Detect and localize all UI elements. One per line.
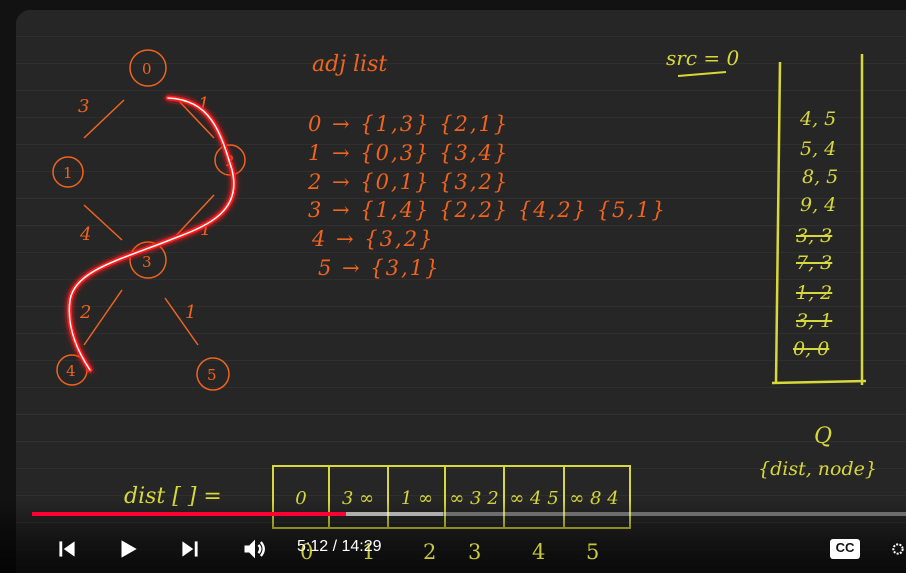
skip-previous-icon [59,541,75,557]
settings-button[interactable] [890,534,906,564]
volume-button[interactable] [240,534,270,564]
pq-item: 8, 5 [802,166,839,188]
edge-weight-label: 2 [79,302,91,323]
graph-edge [83,99,125,139]
played-bar [32,512,346,516]
src-underline [677,71,727,77]
pq-item: 9, 4 [800,194,837,216]
pq-item-removed: 0, 0 [793,338,830,360]
adj-list-line: 0 → {1,3} {2,1} [308,112,510,136]
video-player[interactable]: 0 1 2 3 4 5 3 1 4 1 2 1 adj list 0 → {1,… [0,0,906,573]
duration: 14:29 [341,538,382,555]
graph-node-label: 4 [66,362,76,380]
dist-index: 3 [468,540,482,564]
time-display: 5:12 / 14:29 [297,538,382,556]
adj-list-line: 5 → {3,1} [318,256,441,280]
pq-item-removed: 3, 3 [796,225,833,247]
cc-button[interactable]: CC [829,537,861,561]
pq-left-wall [774,61,782,384]
play-button[interactable] [113,534,143,564]
time-separator: / [328,538,342,555]
adj-list-line: 3 → {1,4} {2,2} {4,2} {5,1} [308,198,667,222]
play-icon [121,540,137,558]
src-label: src = 0 [666,46,740,70]
dist-index: 5 [586,540,600,564]
graph-node-label: 1 [63,164,73,182]
pq-caption: {dist, node} [758,458,877,480]
edge-weight-label: 4 [79,224,91,245]
graph-node-label: 0 [142,60,152,78]
adj-list-line: 2 → {0,1} {3,2} [308,170,510,194]
pq-bottom [771,379,867,385]
graph-node-label: 5 [207,366,217,384]
adj-list-title: adj list [312,52,388,77]
pq-label: Q [814,424,833,449]
pq-item-removed: 1, 2 [796,282,833,304]
settings-icon [892,543,904,555]
edge-weight-label: 3 [78,96,89,117]
dist-index: 2 [423,540,437,564]
volume-icon [244,539,265,559]
graph-node-label: 3 [142,253,152,271]
progress-bar[interactable] [32,512,906,516]
pq-item-removed: 7, 3 [796,252,833,274]
pq-item-removed: 3, 1 [796,310,833,332]
skip-next-icon [182,541,198,557]
pq-item: 5, 4 [800,138,837,160]
adj-list-line: 1 → {0,3} {3,4} [308,141,510,165]
next-button[interactable] [175,534,205,564]
previous-button[interactable] [52,534,82,564]
dist-index: 4 [532,540,546,564]
edge-weight-label: 1 [185,302,196,323]
cc-label: CC [835,540,855,555]
adj-list-line: 4 → {3,2} [312,227,435,251]
current-time: 5:12 [297,538,329,555]
pq-item: 4, 5 [800,108,837,130]
